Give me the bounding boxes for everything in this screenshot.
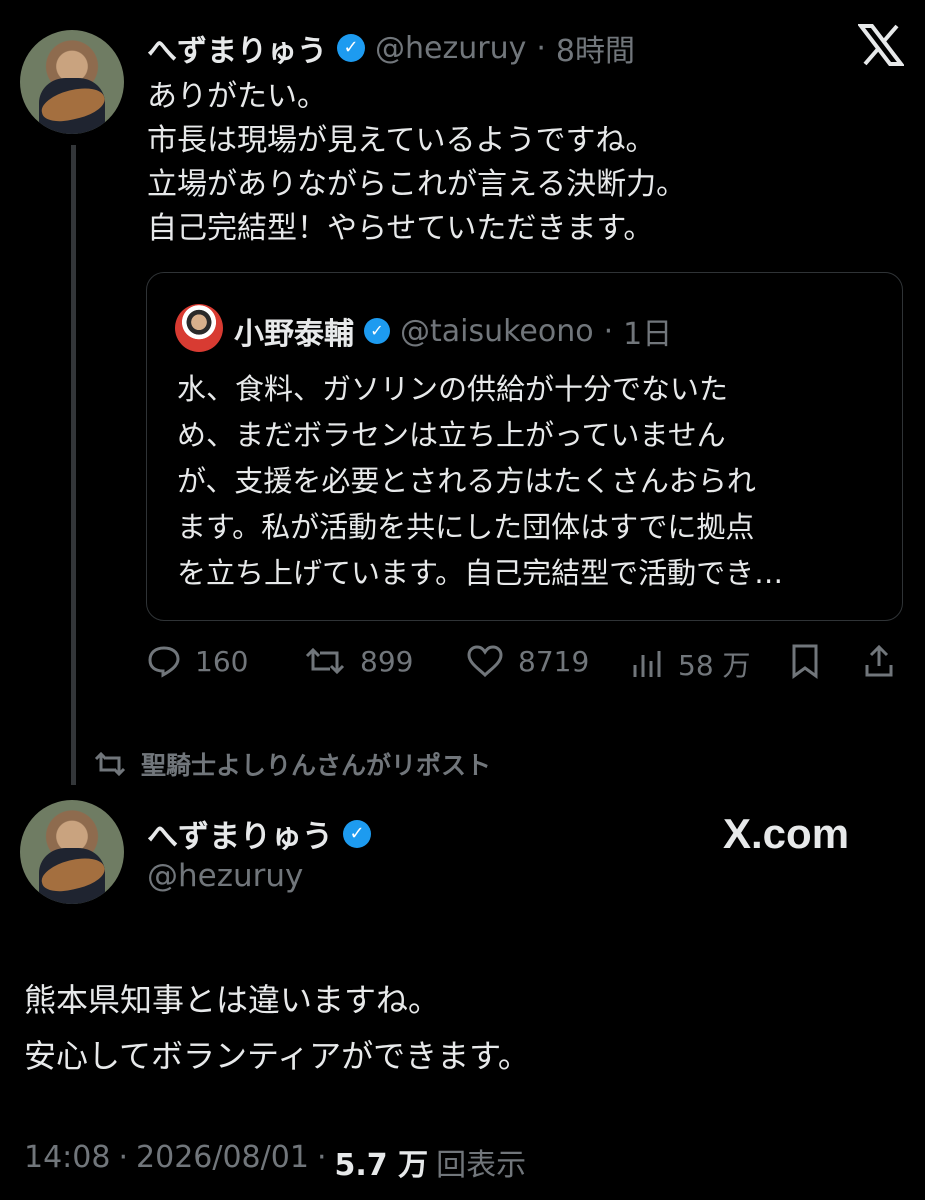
repost-icon [304,644,346,678]
x-logo-icon[interactable] [858,24,904,66]
tweet-header: へずまりゅう ✓ @hezuruy · 8時間 [147,26,635,70]
brand-watermark: X.com [723,810,850,857]
views-button[interactable]: 58 万 [630,644,751,684]
share-icon[interactable] [862,643,896,679]
tweet-date[interactable]: 2026/08/01 [136,1140,309,1184]
tweet-body: ありがたい。 市長は現場が見えているようですね。 立場がありながらこれが言える決… [147,79,687,246]
heart-icon [466,644,504,678]
views-icon [630,647,664,681]
author-handle[interactable]: @hezuruy [147,858,303,894]
main-tweet-line-2: 安心してボランティアができます。 [24,1037,530,1075]
author-handle[interactable]: @hezuruy [375,31,526,66]
repost-button[interactable]: 899 [304,644,413,678]
repost-notice-text: 聖騎士よしりんさんがリポスト [141,751,492,780]
repost-icon [93,750,127,778]
reply-icon [147,644,181,678]
like-count: 8719 [518,644,590,678]
like-button[interactable]: 8719 [466,644,589,678]
author-name[interactable]: へずまりゅう [147,26,327,70]
bookmark-icon[interactable] [788,643,822,679]
verified-badge-icon: ✓ [364,318,390,344]
avatar[interactable] [20,30,124,134]
verified-badge-icon: ✓ [343,819,371,848]
main-tweet-body: 熊本県知事とは違いますね。 安心してボランティアができます。 [24,972,530,1084]
quote-header: 小野泰輔 ✓ @taisukeono · 1日 [234,309,672,353]
separator-dot: · [536,30,546,66]
tweet-time[interactable]: 14:08 [24,1140,110,1184]
main-tweet-line-1: 熊本県知事とは違いますね。 [24,981,441,1019]
separator-dot: · [118,1140,129,1175]
quote-avatar[interactable] [175,304,223,352]
quote-body: 水、食料、ガソリンの供給が十分でないた め、まだボラセンは立ち上がっていません … [177,372,784,590]
avatar[interactable] [20,800,124,904]
reply-count: 160 [195,644,249,678]
main-tweet-header: へずまりゅう ✓ [147,811,371,856]
view-label: 回表示 [436,1148,527,1183]
tweet-age[interactable]: 8時間 [556,26,635,70]
verified-badge-icon: ✓ [337,34,365,62]
author-name[interactable]: へずまりゅう [147,811,333,856]
reply-button[interactable]: 160 [147,644,248,678]
separator-dot: · [603,313,614,349]
repost-notice[interactable]: 聖騎士よしりんさんがリポスト [93,746,491,782]
thread-line [71,145,76,785]
view-count: 5.7 万 [334,1148,429,1183]
quote-author-name[interactable]: 小野泰輔 [234,309,354,353]
separator-dot: · [316,1140,327,1175]
views-count: 58 万 [678,649,751,682]
quote-age[interactable]: 1日 [623,309,672,353]
repost-count: 899 [360,644,414,678]
quote-author-handle[interactable]: @taisukeono [400,314,594,349]
tweet-metadata: 14:08 · 2026/08/01 · 5.7 万 回表示 [24,1140,526,1184]
